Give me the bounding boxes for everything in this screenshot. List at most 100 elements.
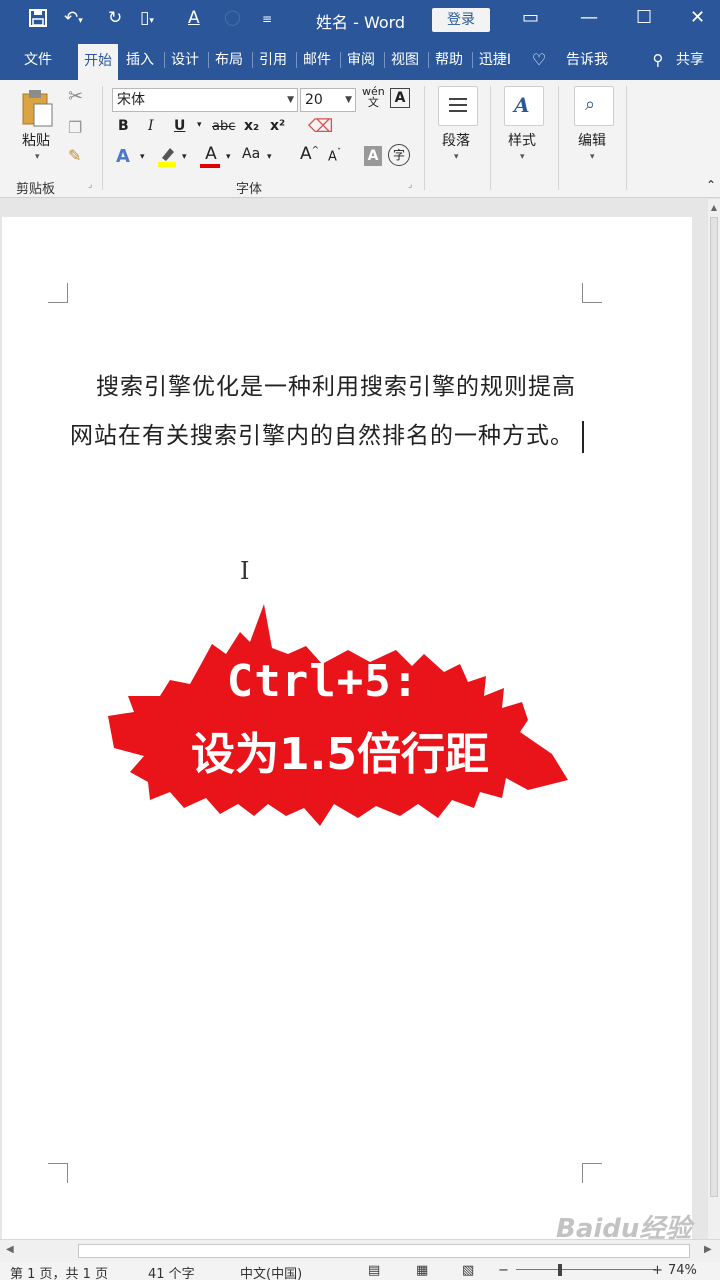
superscript-button[interactable]: x² (270, 118, 285, 134)
paragraph-dropdown-icon[interactable]: ▾ (454, 152, 459, 162)
tab-references[interactable]: 引用 (254, 40, 292, 80)
change-case-dropdown-icon[interactable]: ▾ (267, 152, 272, 162)
font-size-field[interactable]: 20 ▼ (300, 88, 356, 112)
cut-icon[interactable]: ✂ (68, 86, 83, 107)
share-button[interactable]: 共享 (670, 40, 710, 80)
font-color-icon[interactable]: A (200, 144, 222, 170)
tab-home[interactable]: 开始 (78, 44, 118, 80)
tab-mailings[interactable]: 邮件 (298, 40, 336, 80)
phonetic-guide-icon[interactable]: wén 文 (362, 86, 385, 108)
tab-xunjie[interactable]: 迅捷I (474, 40, 516, 80)
editing-button[interactable]: ⌕ (574, 86, 614, 126)
format-painter-icon[interactable]: ✎ (68, 146, 81, 165)
new-doc-icon[interactable]: ▯▾ (140, 8, 154, 28)
underline-button[interactable]: U (174, 118, 185, 134)
undo-icon[interactable]: ↶▾ (64, 8, 83, 28)
banner-description-text: 设为1.5倍行距 (191, 729, 489, 780)
paste-icon[interactable] (20, 88, 56, 132)
text-caret (582, 421, 584, 453)
vertical-scrollbar[interactable]: ▲ (708, 199, 720, 1239)
close-icon[interactable]: ✕ (690, 7, 705, 28)
tell-me-search[interactable]: 告诉我 (560, 40, 614, 80)
login-button[interactable]: 登录 (432, 8, 490, 32)
save-icon[interactable] (28, 8, 48, 33)
shortcut-banner: Ctrl+5: 设为1.5倍行距 (108, 604, 572, 830)
tab-help[interactable]: 帮助 (430, 40, 468, 80)
font-name-field[interactable]: 宋体 ▼ (112, 88, 298, 112)
text-effects-dropdown-icon[interactable]: ▾ (140, 152, 145, 162)
italic-button[interactable]: I (148, 118, 154, 134)
customize-qat-icon[interactable]: ≡ (262, 12, 272, 26)
ribbon-tabs: 文件 开始 插入 设计 布局 引用 邮件 审阅 视图 帮助 迅捷I ♡ 告诉我 … (0, 40, 720, 80)
scroll-right-icon[interactable]: ▶ (704, 1244, 712, 1255)
language-indicator[interactable]: 中文(中国) (240, 1263, 302, 1280)
tab-review[interactable]: 审阅 (342, 40, 380, 80)
paragraph-text[interactable]: 搜索引擎优化是一种利用搜索引擎的规则提高网站在有关搜索引擎内的自然排名的一种方式… (70, 374, 576, 449)
lightbulb-icon[interactable]: ♡ (528, 40, 550, 80)
zoom-slider-thumb[interactable] (558, 1264, 562, 1276)
scroll-up-icon[interactable]: ▲ (708, 203, 720, 212)
shrink-font-button[interactable]: Aˇ (328, 148, 341, 164)
web-layout-icon[interactable]: ▧ (462, 1263, 474, 1278)
styles-button[interactable]: A (504, 86, 544, 126)
word-count[interactable]: 41 个字 (148, 1263, 195, 1280)
page-count[interactable]: 第 1 页，共 1 页 (10, 1263, 108, 1280)
styles-label[interactable]: 样式 (508, 130, 536, 150)
strikethrough-button[interactable]: abc (212, 119, 235, 134)
banner-shortcut-text: Ctrl+5: (226, 656, 420, 707)
tab-file[interactable]: 文件 (12, 40, 64, 80)
margin-corner-bottom-left (48, 1163, 68, 1183)
paste-label[interactable]: 粘贴 (22, 130, 50, 150)
scroll-left-icon[interactable]: ◀ (6, 1244, 14, 1255)
char-border-icon[interactable]: A (390, 88, 410, 108)
title-bar: ↶▾ ↻ ▯▾ A ◯ ≡ 姓名 - Word 登录 ▭ — ☐ ✕ (0, 0, 720, 40)
person-icon[interactable]: ⚲ (648, 40, 668, 80)
char-shading-button[interactable]: A (364, 146, 382, 166)
highlight-icon[interactable] (156, 144, 178, 168)
ibeam-cursor-icon: I (240, 557, 250, 585)
tab-view[interactable]: 视图 (386, 40, 424, 80)
status-bar: 第 1 页，共 1 页 41 个字 中文(中国) ▤ ▦ ▧ − + 74% (0, 1261, 720, 1280)
tab-design[interactable]: 设计 (166, 40, 204, 80)
clipboard-launcher-icon[interactable]: ⌟ (88, 180, 92, 190)
zoom-slider-track[interactable] (516, 1269, 656, 1270)
paragraph-button[interactable] (438, 86, 478, 126)
maximize-icon[interactable]: ☐ (636, 7, 652, 28)
zoom-out-icon[interactable]: − (498, 1263, 509, 1278)
zoom-in-icon[interactable]: + (652, 1263, 663, 1278)
redo-icon[interactable]: ↻ (108, 8, 122, 28)
font-group-label: 字体 (236, 182, 263, 197)
highlight-dropdown-icon[interactable]: ▾ (182, 152, 187, 162)
tab-layout[interactable]: 布局 (210, 40, 248, 80)
collapse-ribbon-icon[interactable]: ⌃ (706, 178, 716, 192)
ribbon-display-icon[interactable]: ▭ (522, 7, 539, 28)
enclose-char-button[interactable]: 字 (388, 144, 410, 166)
font-color-dropdown-icon[interactable]: ▾ (226, 152, 231, 162)
horizontal-scroll-thumb[interactable] (78, 1244, 690, 1258)
minimize-icon[interactable]: — (580, 7, 598, 28)
clear-formatting-icon[interactable]: ⌫ (308, 116, 333, 137)
clipboard-group-label: 剪贴板 (16, 182, 56, 197)
copy-icon[interactable]: ❐ (68, 118, 82, 137)
print-layout-icon[interactable]: ▦ (416, 1263, 428, 1278)
tab-insert[interactable]: 插入 (120, 40, 160, 80)
font-launcher-icon[interactable]: ⌟ (408, 180, 412, 190)
circle-icon[interactable]: ◯ (224, 8, 241, 26)
vertical-scroll-thumb[interactable] (710, 217, 718, 1197)
font-color-quick-icon[interactable]: A (188, 8, 200, 28)
bold-button[interactable]: B (118, 118, 129, 134)
zoom-level[interactable]: 74% (668, 1263, 697, 1278)
subscript-button[interactable]: x₂ (244, 118, 259, 134)
text-effects-icon[interactable]: A (116, 146, 130, 167)
read-mode-icon[interactable]: ▤ (368, 1263, 380, 1278)
document-title: 姓名 - Word (316, 13, 406, 32)
grow-font-button[interactable]: A^ (300, 144, 319, 164)
editing-dropdown-icon[interactable]: ▾ (590, 152, 595, 162)
paragraph-label[interactable]: 段落 (442, 130, 470, 150)
editing-label[interactable]: 编辑 (578, 130, 606, 150)
styles-dropdown-icon[interactable]: ▾ (520, 152, 525, 162)
body-paragraph[interactable]: 搜索引擎优化是一种利用搜索引擎的规则提高网站在有关搜索引擎内的自然排名的一种方式… (70, 363, 590, 461)
change-case-button[interactable]: Aa (242, 146, 260, 162)
paste-dropdown-icon[interactable]: ▾ (35, 152, 40, 162)
underline-dropdown-icon[interactable]: ▾ (197, 120, 202, 130)
